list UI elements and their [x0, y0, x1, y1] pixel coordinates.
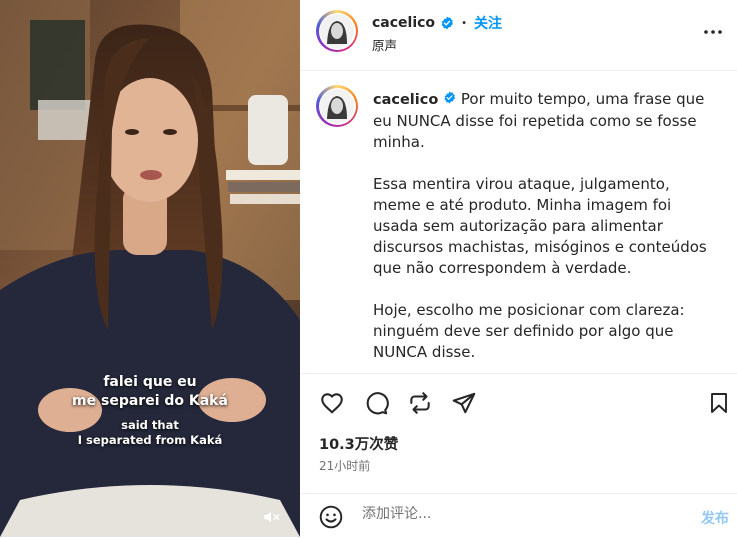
- emoji-button[interactable]: [318, 504, 344, 534]
- speaker-muted-icon: [264, 511, 280, 523]
- repost-icon: [410, 392, 430, 414]
- original-audio-link[interactable]: 原声: [372, 35, 397, 54]
- subtitle-line: me separei do Kaká: [72, 393, 228, 409]
- action-bar: [300, 384, 737, 424]
- caption-text: cacelico Por muito tempo, uma frase que …: [373, 89, 718, 384]
- more-options-button[interactable]: [701, 20, 725, 48]
- subtitle-line: I separated from Kaká: [77, 433, 223, 447]
- emoji-icon: [319, 505, 343, 529]
- verified-badge-icon: [440, 16, 454, 30]
- repost-button[interactable]: [405, 388, 435, 418]
- caption-paragraph: Hoje, escolho me posicionar com clareza:…: [373, 301, 685, 361]
- profile-photo: [320, 14, 354, 48]
- avatar[interactable]: [316, 10, 358, 52]
- caption-section: cacelico Por muito tempo, uma frase que …: [300, 71, 737, 374]
- comment-button[interactable]: [361, 388, 391, 418]
- comment-bar: 发布: [300, 493, 737, 538]
- verified-badge-icon: [443, 91, 456, 104]
- comment-input[interactable]: [362, 506, 662, 522]
- caption-paragraph: cacelico Por muito tempo, uma frase que …: [373, 89, 718, 153]
- more-options-icon: [704, 30, 722, 34]
- follow-button[interactable]: 关注: [474, 13, 502, 33]
- like-button[interactable]: [317, 388, 347, 418]
- caption-paragraph: Essa mentira virou ataque, julgamento, m…: [373, 175, 707, 277]
- separator-dot: •: [461, 17, 467, 29]
- post-comment-button[interactable]: 发布: [701, 508, 729, 528]
- video-frame: [0, 0, 300, 537]
- post-header: cacelico • 关注 原声: [300, 0, 737, 71]
- share-button[interactable]: [449, 388, 479, 418]
- profile-photo: [320, 89, 354, 123]
- post-panel: cacelico • 关注 原声 cacelico Por muito temp…: [300, 0, 737, 537]
- caption-username-link[interactable]: cacelico: [373, 92, 438, 108]
- video-player[interactable]: falei que eu me separei do Kaká said tha…: [0, 0, 300, 537]
- heart-icon: [321, 393, 343, 414]
- subtitle-portuguese: falei que eu me separei do Kaká: [0, 373, 300, 411]
- comment-icon: [366, 392, 389, 415]
- post-timestamp[interactable]: 21小时前: [319, 457, 370, 474]
- username-link[interactable]: cacelico: [372, 15, 435, 31]
- like-count[interactable]: 10.3万次赞: [319, 433, 398, 454]
- share-icon: [452, 392, 476, 414]
- save-button[interactable]: [704, 388, 734, 418]
- subtitle-line: falei que eu: [103, 374, 197, 390]
- mute-toggle-button[interactable]: [259, 505, 283, 529]
- subtitle-english: said that I separated from Kaká: [0, 418, 300, 448]
- subtitle-line: said that: [121, 418, 179, 432]
- bookmark-icon: [711, 393, 727, 413]
- avatar[interactable]: [316, 85, 358, 127]
